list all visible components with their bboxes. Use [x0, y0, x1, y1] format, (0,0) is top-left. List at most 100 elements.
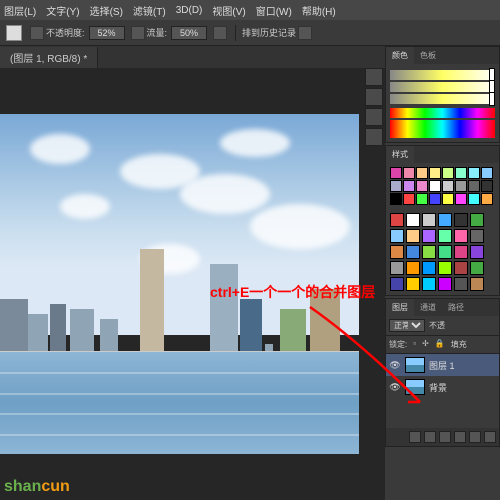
menu-window[interactable]: 窗口(W)	[256, 3, 292, 18]
color-swatch[interactable]	[455, 193, 467, 205]
color-swatch[interactable]	[416, 167, 428, 179]
color-swatch[interactable]	[429, 180, 441, 192]
menu-view[interactable]: 视图(V)	[212, 3, 245, 18]
tab-swatches[interactable]: 色板	[414, 47, 442, 64]
color-swatch[interactable]	[455, 180, 467, 192]
style-preset[interactable]	[454, 261, 468, 275]
color-swatch[interactable]	[442, 193, 454, 205]
options-bar: 不透明度: 52% 流量: 50% 排到历史记录	[0, 20, 500, 46]
menu-layer[interactable]: 图层(L)	[4, 3, 36, 18]
style-preset[interactable]	[390, 245, 404, 259]
menu-select[interactable]: 选择(S)	[90, 3, 123, 18]
style-preset[interactable]	[390, 261, 404, 275]
adjustment-icon[interactable]	[439, 431, 451, 443]
color-swatch[interactable]	[455, 167, 467, 179]
style-preset[interactable]	[406, 213, 420, 227]
style-preset[interactable]	[470, 229, 484, 243]
fx-icon[interactable]	[409, 431, 421, 443]
style-preset[interactable]	[438, 229, 452, 243]
document-tab[interactable]: (图层 1, RGB/8) *	[0, 47, 98, 68]
color-swatch[interactable]	[442, 167, 454, 179]
style-preset[interactable]	[438, 261, 452, 275]
style-preset[interactable]	[422, 277, 436, 291]
color-swatch[interactable]	[468, 167, 480, 179]
color-swatch[interactable]	[481, 193, 493, 205]
spectrum-strip[interactable]	[390, 120, 495, 138]
style-preset[interactable]	[406, 245, 420, 259]
brush-preset-picker[interactable]	[30, 26, 44, 40]
style-preset[interactable]	[422, 245, 436, 259]
style-preset[interactable]	[390, 277, 404, 291]
style-preset[interactable]	[470, 261, 484, 275]
style-preset[interactable]	[470, 277, 484, 291]
color-swatch[interactable]	[403, 180, 415, 192]
style-preset[interactable]	[406, 277, 420, 291]
airbrush-icon[interactable]	[213, 26, 227, 40]
panel-icon[interactable]	[365, 88, 383, 106]
tab-color[interactable]: 颜色	[386, 47, 414, 64]
annotation-text: ctrl+E一个一个的合并图层	[210, 282, 375, 302]
hue-strip[interactable]	[390, 108, 495, 118]
pressure-opacity-icon[interactable]	[131, 26, 145, 40]
color-panel: 颜色 色板	[385, 46, 500, 143]
style-preset[interactable]	[422, 229, 436, 243]
style-preset[interactable]	[390, 229, 404, 243]
right-panels: 颜色 色板 样式 图层 通道 路径 正常 不透 锁定: ▫ ✢	[385, 46, 500, 500]
color-swatch[interactable]	[442, 180, 454, 192]
foreground-swatch[interactable]	[6, 25, 22, 41]
style-preset[interactable]	[438, 245, 452, 259]
color-swatch[interactable]	[403, 167, 415, 179]
menu-3d[interactable]: 3D(D)	[176, 5, 203, 16]
history-brush-icon[interactable]	[298, 26, 312, 40]
color-swatch[interactable]	[390, 167, 402, 179]
mask-icon[interactable]	[424, 431, 436, 443]
color-swatch[interactable]	[390, 193, 402, 205]
style-preset[interactable]	[422, 213, 436, 227]
style-grid	[386, 209, 499, 295]
style-preset[interactable]	[438, 277, 452, 291]
color-slider-3[interactable]	[390, 94, 495, 104]
tab-styles[interactable]: 样式	[386, 146, 414, 163]
group-icon[interactable]	[454, 431, 466, 443]
opacity-field[interactable]: 52%	[89, 26, 125, 40]
menu-bar: 图层(L) 文字(Y) 选择(S) 滤镜(T) 3D(D) 视图(V) 窗口(W…	[0, 0, 500, 20]
trash-icon[interactable]	[484, 431, 496, 443]
new-layer-icon[interactable]	[469, 431, 481, 443]
color-swatch[interactable]	[481, 180, 493, 192]
style-preset[interactable]	[406, 229, 420, 243]
panel-icon[interactable]	[365, 108, 383, 126]
style-preset[interactable]	[454, 245, 468, 259]
style-preset[interactable]	[438, 213, 452, 227]
color-swatch[interactable]	[403, 193, 415, 205]
panel-icon[interactable]	[365, 68, 383, 86]
color-swatch[interactable]	[416, 193, 428, 205]
color-swatch[interactable]	[429, 167, 441, 179]
menu-help[interactable]: 帮助(H)	[302, 3, 336, 18]
color-slider-2[interactable]	[390, 82, 495, 92]
style-preset[interactable]	[454, 229, 468, 243]
watermark-shancun: shancun	[4, 478, 70, 496]
fill-label: 填充	[451, 339, 467, 350]
styles-panel: 样式	[385, 145, 500, 296]
tab-paths[interactable]: 路径	[442, 299, 470, 316]
opacity-label: 不透明度:	[46, 26, 85, 39]
color-swatch[interactable]	[468, 193, 480, 205]
color-swatch[interactable]	[390, 180, 402, 192]
menu-text[interactable]: 文字(Y)	[46, 3, 79, 18]
style-preset[interactable]	[454, 213, 468, 227]
layers-footer	[386, 428, 499, 446]
style-preset[interactable]	[390, 213, 404, 227]
color-swatch[interactable]	[416, 180, 428, 192]
color-swatch[interactable]	[481, 167, 493, 179]
panel-icon[interactable]	[365, 128, 383, 146]
color-swatch[interactable]	[468, 180, 480, 192]
color-swatch[interactable]	[429, 193, 441, 205]
color-slider-1[interactable]	[390, 70, 495, 80]
style-preset[interactable]	[454, 277, 468, 291]
style-preset[interactable]	[422, 261, 436, 275]
menu-filter[interactable]: 滤镜(T)	[133, 3, 166, 18]
style-preset[interactable]	[406, 261, 420, 275]
style-preset[interactable]	[470, 213, 484, 227]
flow-field[interactable]: 50%	[171, 26, 207, 40]
style-preset[interactable]	[470, 245, 484, 259]
